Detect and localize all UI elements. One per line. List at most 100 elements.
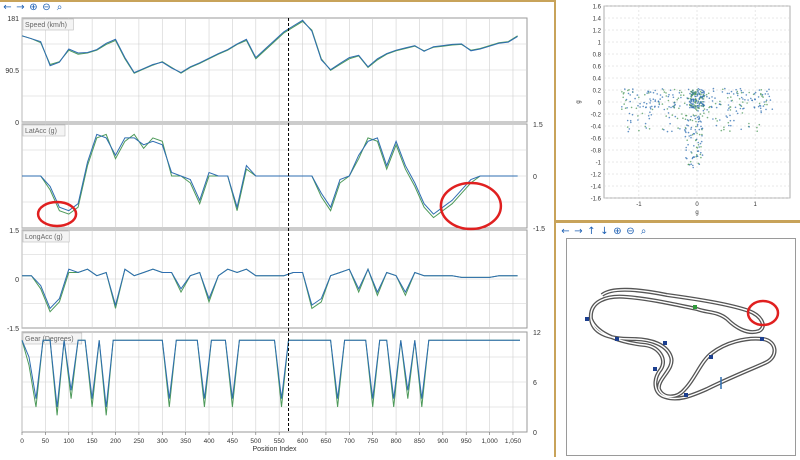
gg-point: [669, 122, 671, 125]
gg-point: [714, 102, 717, 105]
horizontal-splitter[interactable]: [556, 220, 800, 223]
track-sector-marker[interactable]: [760, 337, 764, 341]
gg-point: [758, 102, 761, 105]
gg-point: [702, 93, 705, 96]
gg-point: [674, 115, 677, 118]
gg-point: [690, 98, 692, 101]
y-tick-label: 1.5: [9, 228, 19, 235]
gg-point: [701, 91, 704, 94]
gg-point: [661, 103, 664, 105]
left-pane-top-border: [0, 0, 556, 2]
gg-point: [701, 95, 704, 98]
gg-point: [695, 131, 697, 133]
gg-point: [742, 101, 744, 103]
gg-point: [649, 98, 651, 100]
gg-point: [668, 106, 670, 108]
gg-point: [702, 98, 705, 100]
gg-point: [768, 95, 771, 98]
gg-point: [648, 128, 651, 130]
telemetry-chart[interactable]: Speed (km/h)18190.50LatAcc (g)1.50-1.5Lo…: [0, 14, 554, 457]
y-tick-label: 181: [7, 16, 19, 23]
gg-point: [684, 135, 687, 138]
gg-scatter-plot[interactable]: 1.6 1.4 1.2 1 0.8 0.6 0.4 0.2 0 -0.2 -0.4 -0.6 -0.8 -…: [560, 2, 798, 218]
track-sector-marker[interactable]: [653, 367, 657, 371]
gg-point: [657, 100, 660, 102]
track-map[interactable]: [567, 239, 795, 455]
gg-point: [700, 140, 703, 143]
arrow-up-icon[interactable]: ↑: [586, 226, 597, 238]
gg-point: [733, 119, 735, 122]
gg-point: [645, 106, 647, 108]
track-start-marker[interactable]: [693, 305, 697, 309]
gg-point: [649, 107, 652, 110]
search-icon[interactable]: ⌕: [54, 2, 65, 14]
app-window: ← → ⊕ ⊖ ⌕ ← → ↑ ↓ ⊕ ⊖ ⌕ Speed (km/h) 181 9…: [0, 0, 800, 457]
x-tick-label: 1,050: [505, 438, 522, 445]
zoom-in-icon[interactable]: ⊕: [28, 2, 39, 14]
gg-point: [695, 139, 697, 142]
track-map-pane: [566, 238, 796, 456]
gg-point: [686, 124, 688, 126]
gg-point: [689, 160, 692, 163]
gg-y-tick-label: 1.6: [593, 5, 602, 11]
gg-point: [700, 125, 702, 128]
track-sector-marker[interactable]: [663, 341, 667, 345]
zoom-in-icon[interactable]: ⊕: [612, 226, 623, 238]
arrow-right-icon[interactable]: →: [15, 2, 26, 14]
gg-point: [712, 90, 715, 92]
gg-point: [696, 150, 699, 152]
gg-point: [726, 116, 728, 118]
arrow-left-icon[interactable]: ←: [2, 2, 13, 14]
gg-point: [700, 93, 702, 96]
y-tick-label: 0: [533, 430, 537, 437]
panel-gear: Gear (Degrees) 12 6 0: [21, 330, 541, 437]
gg-point: [661, 96, 664, 98]
gg-point: [738, 98, 741, 100]
gg-point: [748, 122, 750, 125]
gg-point: [696, 93, 699, 95]
gg-point: [654, 100, 656, 103]
x-tick-label: 700: [344, 438, 355, 445]
gg-point: [632, 88, 634, 90]
vertical-splitter[interactable]: [554, 0, 556, 457]
zoom-out-icon[interactable]: ⊖: [41, 2, 52, 14]
track-sector-marker[interactable]: [585, 317, 589, 321]
arrow-left-icon[interactable]: ←: [560, 226, 571, 238]
gg-point: [681, 113, 683, 115]
gg-point: [639, 106, 641, 108]
gg-point: [686, 119, 689, 121]
track-sector-marker[interactable]: [684, 393, 688, 397]
track-sector-marker[interactable]: [615, 337, 619, 341]
x-tick-label: 400: [204, 438, 215, 445]
gg-point: [695, 120, 697, 123]
gg-point: [678, 107, 680, 110]
gg-point: [696, 105, 699, 107]
arrow-down-icon[interactable]: ↓: [599, 226, 610, 238]
gg-point: [695, 114, 697, 117]
gg-point: [644, 93, 646, 96]
gg-point: [649, 106, 652, 108]
gg-point: [665, 95, 668, 97]
x-tick-label: 800: [391, 438, 402, 445]
gg-point: [743, 107, 745, 110]
x-tick-label: 1,000: [481, 438, 498, 445]
gg-point: [712, 87, 715, 90]
gg-point: [663, 108, 666, 111]
gg-point: [676, 117, 679, 120]
x-tick-label: 750: [367, 438, 378, 445]
track-sector-marker[interactable]: [709, 355, 713, 359]
gg-point: [757, 105, 760, 108]
gg-point: [685, 149, 687, 151]
y-tick-label: -1.5: [7, 326, 19, 333]
gg-point: [668, 93, 670, 96]
gg-point: [701, 105, 703, 107]
gg-point: [726, 92, 729, 95]
search-icon[interactable]: ⌕: [638, 226, 649, 238]
gg-point: [697, 141, 700, 144]
zoom-out-icon[interactable]: ⊖: [625, 226, 636, 238]
gg-point: [686, 104, 688, 106]
gg-y-tick-label: -0.2: [591, 113, 602, 119]
gg-point: [680, 91, 683, 94]
gg-point: [647, 115, 650, 117]
arrow-right-icon[interactable]: →: [573, 226, 584, 238]
